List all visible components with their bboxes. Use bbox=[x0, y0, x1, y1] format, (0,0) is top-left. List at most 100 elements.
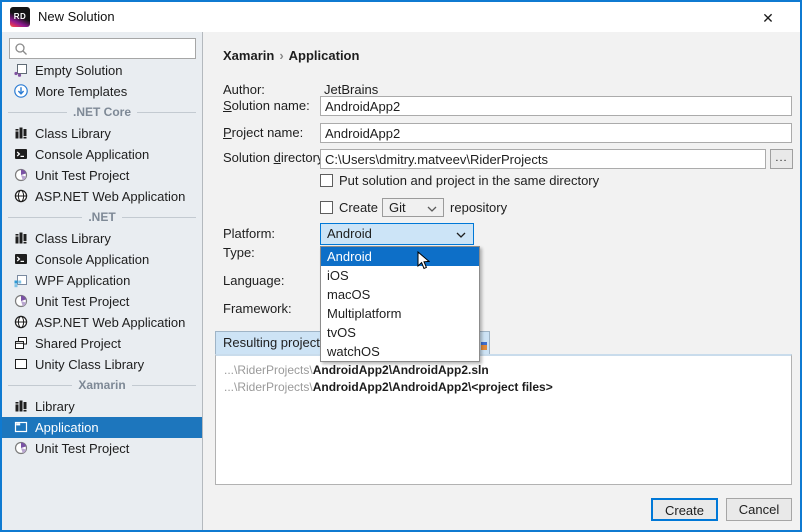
platform-select[interactable]: Android bbox=[320, 223, 474, 245]
breadcrumb-parent: Xamarin bbox=[223, 48, 274, 63]
sidebar-section-header-xamarin: Xamarin bbox=[2, 375, 202, 396]
close-icon: ✕ bbox=[762, 10, 774, 26]
cancel-button[interactable]: Cancel bbox=[726, 498, 792, 521]
solution-name-input[interactable] bbox=[320, 96, 792, 116]
breadcrumb-separator: › bbox=[274, 48, 288, 63]
dropdown-option-watchos[interactable]: watchOS bbox=[321, 342, 479, 361]
sidebar-item-label: Class Library bbox=[35, 231, 111, 246]
wpf-application-icon bbox=[13, 272, 29, 288]
solution-directory-input[interactable] bbox=[320, 149, 766, 169]
section-divider-line bbox=[132, 385, 196, 386]
same-directory-checkbox[interactable]: Put solution and project in the same dir… bbox=[320, 173, 599, 188]
vcs-value: Git bbox=[389, 200, 406, 215]
sidebar-item-more-templates[interactable]: More Templates bbox=[2, 81, 202, 102]
sidebar-item-unity-class-library[interactable]: Unity Class Library bbox=[2, 354, 202, 375]
dropdown-option-android[interactable]: Android bbox=[321, 247, 479, 266]
unit-test-icon bbox=[13, 293, 29, 309]
dropdown-option-multiplatform[interactable]: Multiplatform bbox=[321, 304, 479, 323]
class-library-icon bbox=[13, 230, 29, 246]
sidebar-item-label: Application bbox=[35, 420, 99, 435]
section-divider-line bbox=[8, 385, 72, 386]
author-label: Author: bbox=[223, 82, 265, 98]
sidebar-item-label: Library bbox=[35, 399, 75, 414]
breadcrumb-current: Application bbox=[289, 48, 360, 63]
template-list: Empty SolutionMore Templates.NET Core Cla… bbox=[2, 60, 202, 459]
create-repo-suffix: repository bbox=[450, 200, 507, 215]
sidebar-item-asp-net-web-application[interactable]: ASP.NET Web Application bbox=[2, 186, 202, 207]
sidebar-item-label: Unit Test Project bbox=[35, 168, 129, 183]
web-application-icon bbox=[13, 314, 29, 330]
path-bold: AndroidApp2\AndroidApp2\<project files> bbox=[313, 380, 553, 394]
solution-name-label: Solution name: bbox=[223, 98, 310, 114]
close-button[interactable]: ✕ bbox=[758, 8, 778, 28]
sidebar-item-unit-test-project[interactable]: Unit Test Project bbox=[2, 165, 202, 186]
platform-value: Android bbox=[327, 226, 372, 241]
sidebar-item-library[interactable]: Library bbox=[2, 396, 202, 417]
chevron-down-icon bbox=[427, 206, 437, 212]
section-header-label: .NET bbox=[88, 207, 115, 228]
sidebar-item-empty-solution[interactable]: Empty Solution bbox=[2, 60, 202, 81]
application-icon bbox=[13, 419, 29, 435]
main-panel: Xamarin›Application Author: JetBrains So… bbox=[204, 32, 800, 530]
path-prefix: ...\RiderProjects\ bbox=[224, 380, 313, 394]
dropdown-option-ios[interactable]: iOS bbox=[321, 266, 479, 285]
create-button[interactable]: Create bbox=[651, 498, 718, 521]
section-divider-line bbox=[122, 217, 196, 218]
titlebar: RD New Solution ✕ bbox=[2, 2, 800, 32]
same-directory-checkbox-label: Put solution and project in the same dir… bbox=[339, 173, 599, 188]
template-search[interactable] bbox=[9, 38, 196, 59]
sidebar-item-console-application[interactable]: Console Application bbox=[2, 144, 202, 165]
dropdown-option-macos[interactable]: macOS bbox=[321, 285, 479, 304]
platform-dropdown: AndroidiOSmacOSMultiplatformtvOSwatchOS bbox=[320, 246, 480, 362]
sidebar-item-label: Class Library bbox=[35, 126, 111, 141]
unit-test-icon bbox=[13, 167, 29, 183]
sidebar-item-label: Unit Test Project bbox=[35, 294, 129, 309]
sidebar-item-label: WPF Application bbox=[35, 273, 130, 288]
create-repo-checkbox[interactable]: Create Git repository bbox=[320, 198, 507, 217]
sidebar-item-wpf-application[interactable]: WPF Application bbox=[2, 270, 202, 291]
section-divider-line bbox=[8, 112, 67, 113]
sidebar-item-class-library[interactable]: Class Library bbox=[2, 123, 202, 144]
class-library-icon bbox=[13, 398, 29, 414]
search-icon bbox=[14, 42, 28, 56]
window-title: New Solution bbox=[38, 9, 115, 24]
console-application-icon bbox=[13, 146, 29, 162]
sidebar-item-label: ASP.NET Web Application bbox=[35, 315, 185, 330]
create-repo-prefix: Create bbox=[339, 200, 378, 215]
sidebar-item-unit-test-project[interactable]: Unit Test Project bbox=[2, 438, 202, 459]
sidebar-item-shared-project[interactable]: Shared Project bbox=[2, 333, 202, 354]
checkbox-icon[interactable] bbox=[320, 174, 333, 187]
dropdown-option-tvos[interactable]: tvOS bbox=[321, 323, 479, 342]
chevron-down-icon bbox=[456, 232, 466, 238]
browse-button[interactable]: ... bbox=[770, 149, 793, 169]
checkbox-icon[interactable] bbox=[320, 201, 333, 214]
sidebar-item-class-library[interactable]: Class Library bbox=[2, 228, 202, 249]
sidebar-item-label: Console Application bbox=[35, 252, 149, 267]
framework-label: Framework: bbox=[223, 301, 292, 317]
sidebar-item-unit-test-project[interactable]: Unit Test Project bbox=[2, 291, 202, 312]
path-prefix: ...\RiderProjects\ bbox=[224, 363, 313, 377]
sidebar-item-application[interactable]: Application bbox=[2, 417, 202, 438]
console-application-icon bbox=[13, 251, 29, 267]
vcs-select[interactable]: Git bbox=[382, 198, 444, 217]
sidebar-section-header-net-core: .NET Core bbox=[2, 102, 202, 123]
mouse-cursor-icon bbox=[417, 251, 430, 275]
sidebar-item-label: Unit Test Project bbox=[35, 441, 129, 456]
sidebar-section-header-net: .NET bbox=[2, 207, 202, 228]
tab-icon-fragment bbox=[481, 342, 487, 350]
new-solution-dialog: RD New Solution ✕ Empty SolutionMore Tem… bbox=[0, 0, 802, 532]
sidebar-item-asp-net-web-application[interactable]: ASP.NET Web Application bbox=[2, 312, 202, 333]
project-name-input[interactable] bbox=[320, 123, 792, 143]
search-input[interactable] bbox=[30, 40, 190, 57]
breadcrumb: Xamarin›Application bbox=[223, 48, 359, 63]
sidebar-item-console-application[interactable]: Console Application bbox=[2, 249, 202, 270]
path-bold: AndroidApp2\AndroidApp2.sln bbox=[313, 363, 489, 377]
section-header-label: Xamarin bbox=[78, 375, 125, 396]
path-line: ...\RiderProjects\AndroidApp2\AndroidApp… bbox=[224, 362, 783, 379]
type-label: Type: bbox=[223, 245, 255, 261]
web-application-icon bbox=[13, 188, 29, 204]
sidebar-item-label: Shared Project bbox=[35, 336, 121, 351]
more-templates-icon bbox=[13, 83, 29, 99]
sidebar-item-label: Unity Class Library bbox=[35, 357, 144, 372]
unity-class-library-icon bbox=[13, 356, 29, 372]
